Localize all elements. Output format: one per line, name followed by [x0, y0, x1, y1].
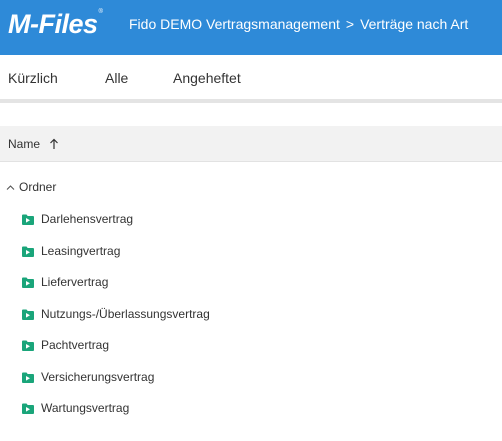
view-folder-icon — [22, 277, 34, 288]
tab-pinned[interactable]: Angeheftet — [173, 70, 241, 86]
logo-text: M-Files — [8, 9, 98, 39]
list-item[interactable]: Versicherungsvertrag — [22, 367, 154, 387]
breadcrumb: Fido DEMO Vertragsmanagement > Verträge … — [129, 16, 468, 32]
breadcrumb-current-view[interactable]: Verträge nach Art — [360, 16, 468, 32]
item-label: Leasingvertrag — [41, 244, 121, 258]
list-item[interactable]: Pachtvertrag — [22, 335, 109, 355]
list-item[interactable]: Darlehensvertrag — [22, 209, 133, 229]
view-folder-icon — [22, 340, 34, 351]
item-label: Darlehensvertrag — [41, 212, 134, 226]
app-header: M-Files® Fido DEMO Vertragsmanagement > … — [0, 0, 502, 55]
breadcrumb-vault[interactable]: Fido DEMO Vertragsmanagement — [129, 16, 340, 32]
list-item[interactable]: Wartungsvertrag — [22, 398, 129, 418]
view-folder-icon — [22, 403, 34, 414]
arrow-up-icon[interactable] — [49, 138, 59, 150]
item-label: Versicherungsvertrag — [41, 370, 155, 384]
tab-all[interactable]: Alle — [105, 70, 128, 86]
view-tabs: Kürzlich Alle Angeheftet — [0, 55, 502, 101]
column-header-name[interactable]: Name — [0, 126, 502, 162]
list-item[interactable]: Liefervertrag — [22, 272, 108, 292]
logo-trademark: ® — [98, 9, 103, 15]
item-label: Liefervertrag — [41, 275, 109, 289]
item-label: Pachtvertrag — [41, 338, 110, 352]
view-folder-icon — [22, 246, 34, 257]
view-folder-icon — [22, 214, 34, 225]
chevron-up-icon[interactable] — [6, 183, 15, 192]
column-header-label: Name — [8, 136, 41, 151]
spacer — [0, 103, 502, 126]
group-header-ordner[interactable]: Ordner — [0, 177, 56, 197]
item-label: Wartungsvertrag — [41, 401, 130, 415]
view-folder-icon — [22, 372, 34, 383]
list-item[interactable]: Nutzungs-/Überlassungsvertrag — [22, 304, 210, 324]
group-label: Ordner — [19, 180, 57, 194]
list-item[interactable]: Leasingvertrag — [22, 241, 120, 261]
breadcrumb-separator: > — [345, 16, 355, 32]
tab-recent[interactable]: Kürzlich — [8, 70, 58, 86]
m-files-logo[interactable]: M-Files® — [8, 9, 103, 40]
item-label: Nutzungs-/Überlassungsvertrag — [41, 307, 210, 321]
view-folder-icon — [22, 309, 34, 320]
